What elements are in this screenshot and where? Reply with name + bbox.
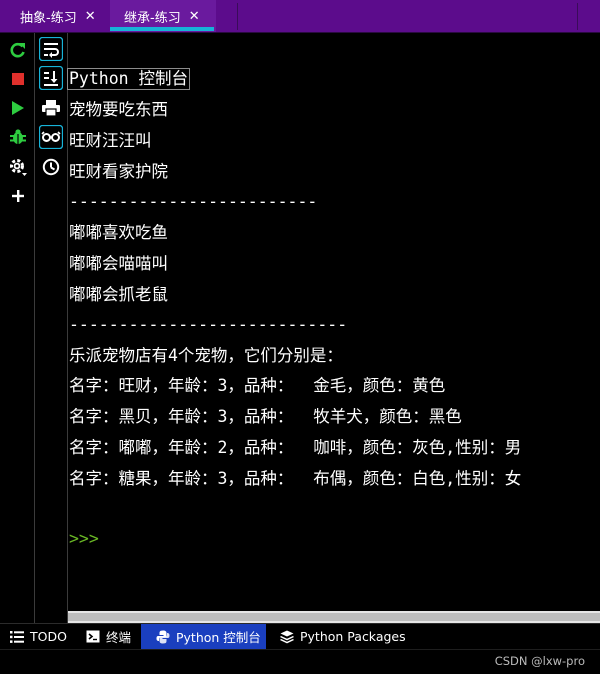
scroll-to-end-icon[interactable] (39, 66, 63, 90)
stop-icon[interactable] (6, 67, 30, 91)
close-icon[interactable]: ✕ (85, 9, 96, 24)
terminal-icon (86, 630, 100, 643)
run-icon[interactable] (6, 96, 30, 120)
python-icon (156, 630, 170, 644)
horizontal-scrollbar[interactable] (68, 611, 600, 623)
active-tab-indicator (110, 27, 214, 31)
print-icon[interactable] (39, 96, 63, 120)
tool-tab-label: 终端 (106, 630, 132, 645)
console-line: 旺财看家护院 (69, 162, 168, 181)
tab-label: 抽象-练习 (20, 10, 77, 26)
tab-divider (577, 3, 578, 30)
list-icon (10, 630, 24, 643)
editor-tab-bar: 抽象-练习 ✕ 继承-练习 ✕ (0, 0, 600, 33)
console-line: 名字：嘟嘟，年龄：2，品种： 咖啡，颜色：灰色,性别：男 (69, 438, 522, 457)
console-separator: ---------------------------- (69, 315, 348, 334)
console-separator: ------------------------- (69, 192, 318, 211)
console-line: 宠物要吃东西 (69, 100, 168, 119)
console-line: 嘟嘟喜欢吃鱼 (69, 223, 168, 242)
tool-tab-label: Python 控制台 (176, 630, 261, 645)
tool-tab-python-packages[interactable]: Python Packages (280, 624, 406, 649)
add-icon[interactable] (6, 184, 30, 208)
tool-window-bar: TODO 终端 Python 控制台 Python Packages (0, 623, 600, 649)
console-line: 名字：旺财，年龄：3，品种： 金毛，颜色：黄色 (69, 376, 446, 395)
status-bar: CSDN @lxw-pro (0, 649, 600, 674)
close-icon[interactable]: ✕ (189, 9, 200, 24)
console-line: 乐派宠物店有4个宠物，它们分别是： (69, 346, 343, 365)
soft-wrap-icon[interactable] (39, 37, 63, 61)
layers-icon (280, 630, 294, 644)
tool-tab-label: Python Packages (300, 629, 406, 644)
settings-icon[interactable] (6, 155, 30, 179)
debug-icon[interactable] (6, 125, 30, 149)
console-line: 名字：糖果，年龄：3，品种： 布偶，颜色：白色,性别：女 (69, 469, 522, 488)
tab-divider (237, 3, 238, 30)
console-line: 嘟嘟会抓老鼠 (69, 285, 168, 304)
tab-label: 继承-练习 (124, 10, 181, 26)
console-line: 嘟嘟会喵喵叫 (69, 254, 168, 273)
console-view-toolbar (35, 33, 68, 623)
console-line: 旺财汪汪叫 (69, 131, 152, 150)
console-line: 名字：黑贝，年龄：3，品种： 牧羊犬，颜色：黑色 (69, 407, 462, 426)
tool-tab-todo[interactable]: TODO (10, 624, 67, 649)
scrollbar-thumb[interactable] (68, 613, 600, 621)
console-prompt[interactable]: >>> (69, 529, 99, 549)
tool-tab-terminal[interactable]: 终端 (86, 624, 131, 649)
console-run-toolbar (0, 33, 35, 623)
rerun-icon[interactable] (6, 38, 30, 62)
python-console-output[interactable]: Python 控制台 宠物要吃东西 旺财汪汪叫 旺财看家护院 ---------… (67, 33, 600, 611)
watermark-text: CSDN @lxw-pro (494, 654, 585, 668)
tool-tab-label: TODO (30, 629, 67, 644)
tool-tab-python-console[interactable]: Python 控制台 (141, 624, 266, 649)
tab-abstract-practice[interactable]: 抽象-练习 ✕ (0, 0, 110, 32)
view-variables-icon[interactable] (39, 125, 63, 149)
console-title: Python 控制台 (67, 68, 191, 90)
history-icon[interactable] (39, 155, 63, 179)
